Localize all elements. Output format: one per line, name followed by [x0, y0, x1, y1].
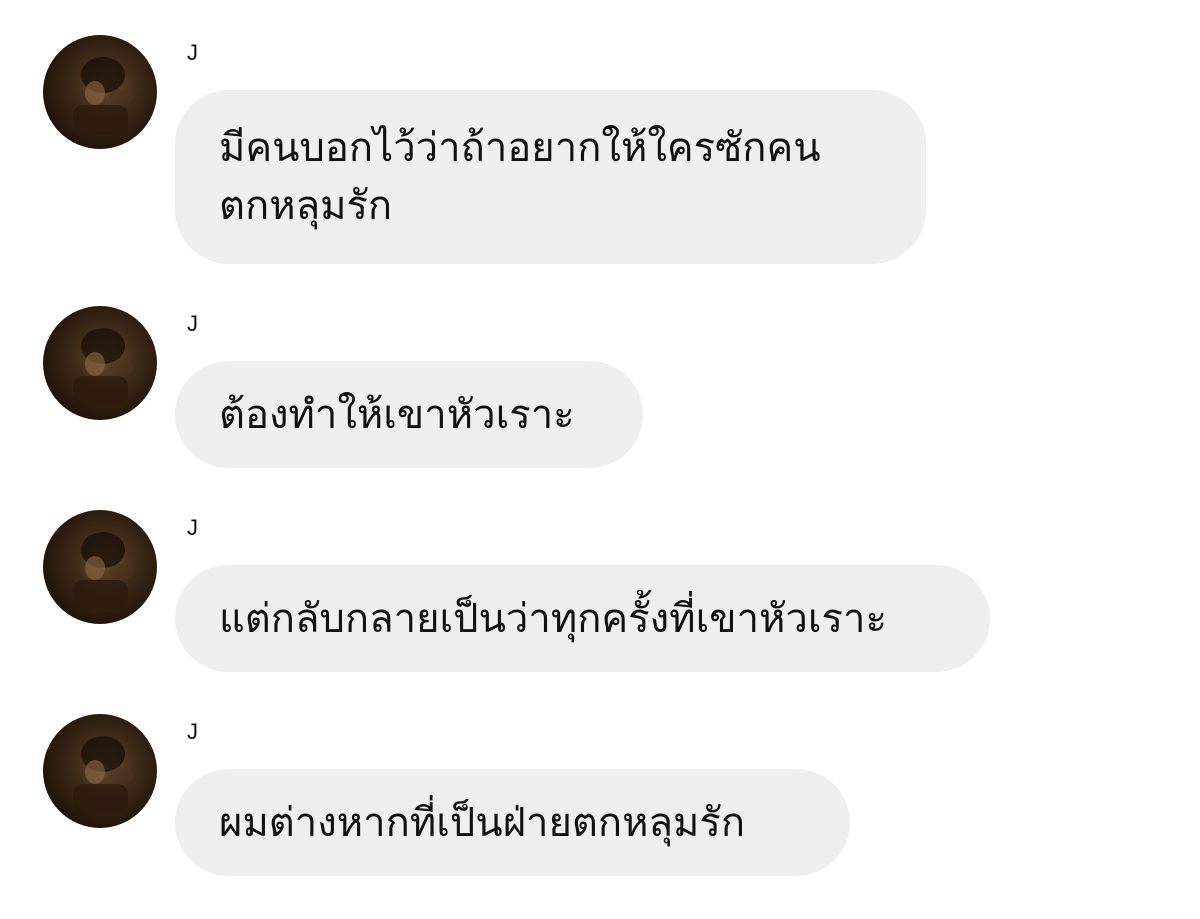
avatar[interactable] [43, 714, 157, 828]
sender-name: J [187, 311, 198, 336]
message-text: มีคนบอกไว้ว่าถ้าอยากให้ใครซักคน ตกหลุมรั… [219, 125, 821, 229]
avatar-photo-icon [73, 736, 133, 814]
message-bubble[interactable]: ต้องทำให้เขาหัวเราะ [175, 361, 643, 468]
sender-name: J [187, 40, 198, 65]
avatar-photo-icon [73, 57, 133, 135]
avatar[interactable] [43, 35, 157, 149]
message-text: แต่กลับกลายเป็นว่าทุกครั้งที่เขาหัวเราะ [219, 595, 887, 642]
avatar[interactable] [43, 306, 157, 420]
avatar-photo-icon [73, 532, 133, 610]
sender-name: J [187, 515, 198, 540]
message-bubble[interactable]: มีคนบอกไว้ว่าถ้าอยากให้ใครซักคน ตกหลุมรั… [175, 90, 926, 264]
message-bubble[interactable]: ผมต่างหากที่เป็นฝ่ายตกหลุมรัก [175, 769, 850, 876]
avatar[interactable] [43, 510, 157, 624]
avatar-photo-icon [73, 328, 133, 406]
sender-name: J [187, 719, 198, 744]
message-bubble[interactable]: แต่กลับกลายเป็นว่าทุกครั้งที่เขาหัวเราะ [175, 565, 990, 672]
message-text: ต้องทำให้เขาหัวเราะ [219, 391, 575, 438]
message-text: ผมต่างหากที่เป็นฝ่ายตกหลุมรัก [219, 799, 746, 846]
